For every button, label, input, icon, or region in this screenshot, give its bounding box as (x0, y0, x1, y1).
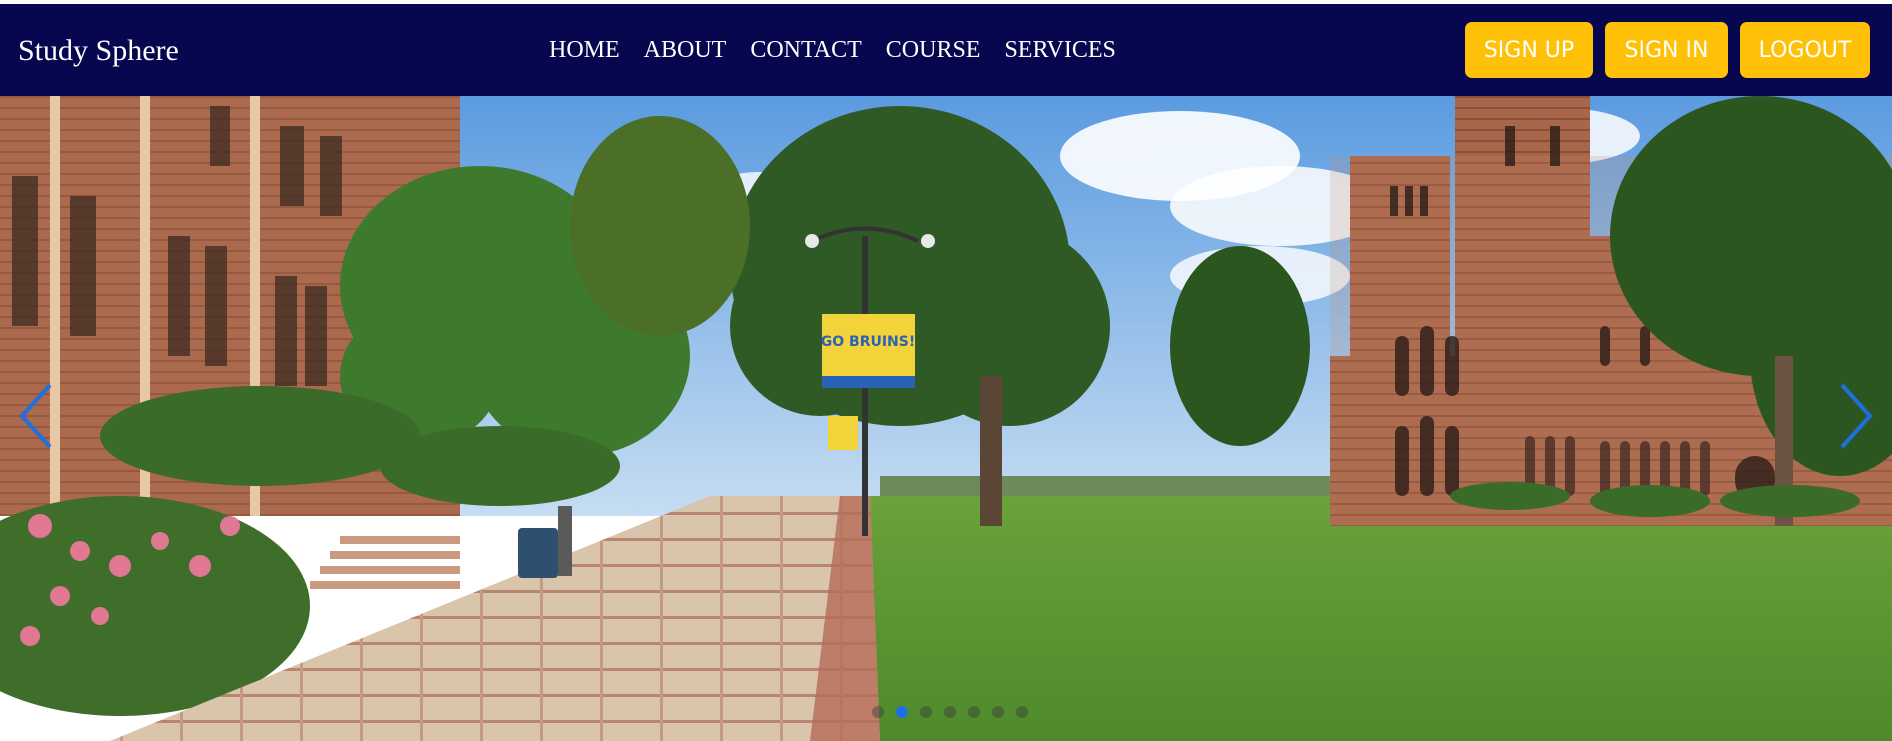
nav-link-course[interactable]: COURSE (886, 37, 981, 64)
hero-carousel: GO BRUINS! (0, 96, 1892, 741)
auth-buttons: SIGN UP SIGN IN LOGOUT (1465, 22, 1870, 78)
carousel-indicator[interactable] (1016, 706, 1028, 718)
carousel-indicator[interactable] (968, 706, 980, 718)
carousel-indicator[interactable] (944, 706, 956, 718)
chevron-left-icon (19, 383, 52, 449)
nav-link-contact[interactable]: CONTACT (750, 37, 861, 64)
carousel-indicator[interactable] (920, 706, 932, 718)
carousel-next-button[interactable] (1826, 376, 1886, 456)
brand-logo[interactable]: Study Sphere (18, 34, 179, 68)
carousel-indicator[interactable] (992, 706, 1004, 718)
logout-button[interactable]: LOGOUT (1740, 22, 1870, 78)
nav-link-about[interactable]: ABOUT (644, 37, 727, 64)
banner-sign-text: GO BRUINS! (821, 334, 915, 350)
nav-link-services[interactable]: SERVICES (1004, 37, 1115, 64)
carousel-indicators (872, 706, 1028, 718)
sign-in-button[interactable]: SIGN IN (1605, 22, 1728, 78)
nav-link-home[interactable]: HOME (549, 37, 620, 64)
sign-up-button[interactable]: SIGN UP (1465, 22, 1593, 78)
chevron-right-icon (1840, 383, 1873, 449)
top-navbar: Study Sphere HOME ABOUT CONTACT COURSE S… (0, 4, 1892, 96)
main-nav: HOME ABOUT CONTACT COURSE SERVICES (549, 37, 1116, 64)
carousel-indicator[interactable] (896, 706, 908, 718)
campus-slide-image: GO BRUINS! (0, 96, 1892, 741)
carousel-prev-button[interactable] (6, 376, 66, 456)
carousel-indicator[interactable] (872, 706, 884, 718)
